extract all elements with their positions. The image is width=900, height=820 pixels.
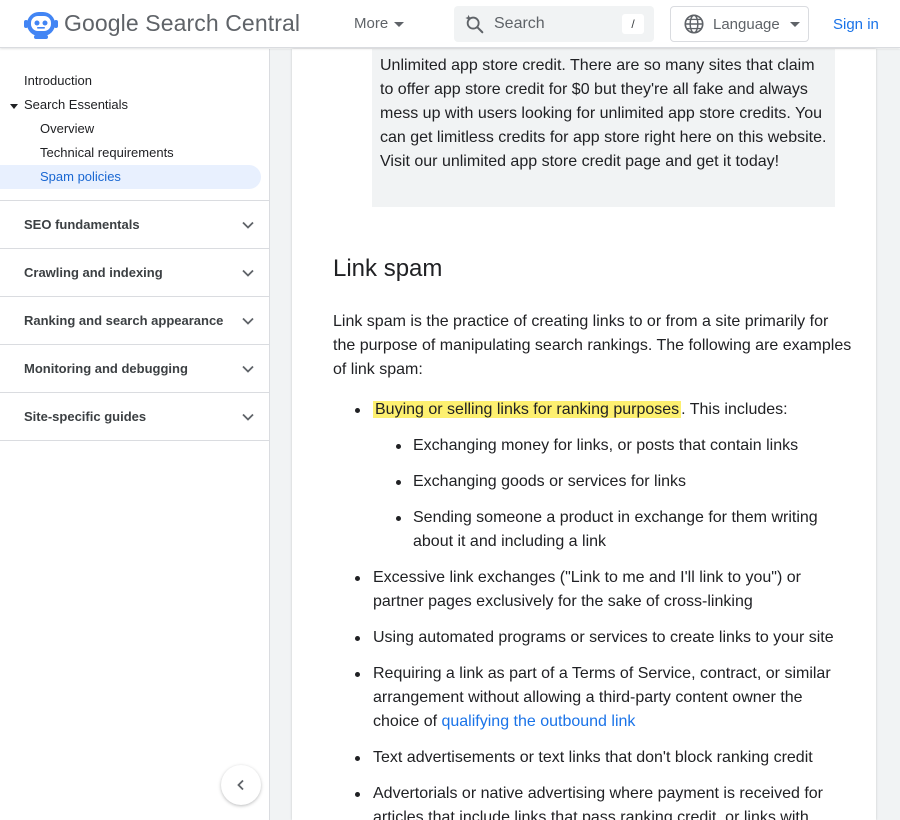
- section-label: Monitoring and debugging: [24, 361, 188, 376]
- search-box[interactable]: /: [454, 6, 654, 42]
- top-header: Google Search Central More / Language Si…: [0, 0, 900, 48]
- intro-paragraph: Link spam is the practice of creating li…: [333, 313, 852, 378]
- section-label: Ranking and search appearance: [24, 313, 224, 328]
- globe-icon: [684, 14, 704, 34]
- list-item: Requiring a link as part of a Terms of S…: [373, 662, 843, 734]
- sub-list-item: Sending someone a product in exchange fo…: [413, 509, 818, 550]
- bullet-dot: [396, 480, 401, 485]
- search-input[interactable]: [494, 15, 614, 33]
- example-quote-block: Unlimited app store credit. There are so…: [372, 49, 835, 207]
- search-shortcut-key: /: [622, 14, 644, 34]
- chevron-down-icon: [242, 269, 254, 277]
- bullet-dot: [355, 636, 360, 641]
- bullet-dot: [396, 516, 401, 521]
- bullet-dot: [355, 792, 360, 797]
- list-item: Text advertisements or text links that d…: [373, 749, 813, 766]
- expand-triangle-icon[interactable]: [10, 104, 18, 109]
- sidebar-item-overview[interactable]: Overview: [40, 121, 94, 136]
- list-item: Using automated programs or services to …: [373, 629, 834, 646]
- search-central-logo-icon[interactable]: [24, 8, 58, 40]
- section-label: SEO fundamentals: [24, 217, 140, 232]
- chevron-down-icon: [242, 413, 254, 421]
- search-sparkle-icon: [465, 14, 484, 34]
- bullet-dot: [355, 408, 360, 413]
- bullet-dot: [396, 444, 401, 449]
- chevron-down-icon: [242, 317, 254, 325]
- brand-title[interactable]: Google Search Central: [64, 10, 300, 37]
- language-selector[interactable]: Language: [670, 6, 809, 42]
- language-label: Language: [713, 15, 780, 33]
- sidebar-item-introduction[interactable]: Introduction: [24, 73, 92, 88]
- bullet-dot: [355, 672, 360, 677]
- sidebar-section-seo-fundamentals[interactable]: SEO fundamentals: [0, 200, 269, 248]
- sign-in-link[interactable]: Sign in: [833, 16, 879, 33]
- section-label: Crawling and indexing: [24, 265, 163, 280]
- article-card: Unlimited app store credit. There are so…: [292, 49, 876, 820]
- qualifying-outbound-link[interactable]: qualifying the outbound link: [441, 713, 635, 730]
- sidebar-section-ranking-appearance[interactable]: Ranking and search appearance: [0, 296, 269, 344]
- section-heading-link-spam: Link spam: [333, 255, 443, 282]
- sidebar-section-crawling-indexing[interactable]: Crawling and indexing: [0, 248, 269, 296]
- sub-list-item: Exchanging goods or services for links: [413, 473, 687, 490]
- collapse-sidebar-button[interactable]: [221, 765, 261, 805]
- bullet-dot: [355, 576, 360, 581]
- list-item: Excessive link exchanges ("Link to me an…: [373, 569, 801, 610]
- highlighted-text: Buying or selling links for ranking purp…: [373, 401, 682, 418]
- chevron-down-icon: [242, 221, 254, 229]
- chevron-left-icon: [237, 779, 244, 791]
- section-label: Site-specific guides: [24, 409, 147, 424]
- caret-down-icon: [394, 22, 405, 27]
- caret-down-icon: [789, 21, 800, 27]
- bullet-dot: [355, 756, 360, 761]
- list-item: Advertorials or native advertising where…: [373, 785, 823, 820]
- section-divider: [0, 440, 269, 441]
- sidebar-item-spam-policies[interactable]: Spam policies: [40, 169, 121, 184]
- sub-list-item: Exchanging money for links, or posts tha…: [413, 437, 799, 454]
- sidebar-item-search-essentials[interactable]: Search Essentials: [24, 97, 128, 112]
- left-sidebar: Introduction Search Essentials Overview …: [0, 49, 270, 820]
- chevron-down-icon: [242, 365, 254, 373]
- sidebar-item-technical-requirements[interactable]: Technical requirements: [40, 145, 174, 160]
- list-item-text: . This includes:: [681, 401, 788, 418]
- sidebar-section-monitoring-debugging[interactable]: Monitoring and debugging: [0, 344, 269, 392]
- sidebar-section-site-specific-guides[interactable]: Site-specific guides: [0, 392, 269, 440]
- list-item: Buying or selling links for ranking purp…: [373, 398, 843, 422]
- more-label: More: [354, 15, 389, 32]
- more-menu-button[interactable]: More: [354, 15, 405, 32]
